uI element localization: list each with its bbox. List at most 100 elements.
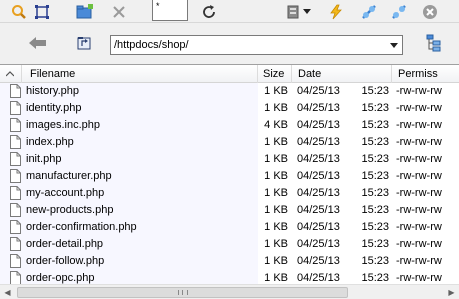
table-row[interactable]: manufacturer.php 1 KB 04/25/13 15:23 -rw-rw-…	[0, 168, 459, 185]
table-row[interactable]: init.php 1 KB 04/25/13 15:23 -rw-rw-rw	[0, 151, 459, 168]
table-row[interactable]: history.php 1 KB 04/25/13 15:23 -rw-rw-rw	[0, 83, 459, 100]
table-row[interactable]: order-detail.php 1 KB 04/25/13 15:23 -rw-rw-…	[0, 236, 459, 253]
scroll-left-icon[interactable]: ◀	[0, 285, 15, 299]
file-permissions: -rw-rw-rw	[396, 102, 442, 114]
scrollbar-thumb[interactable]	[17, 287, 348, 298]
search-icon[interactable]	[8, 1, 30, 23]
file-time: 15:23	[361, 119, 389, 131]
file-icon	[10, 237, 21, 251]
file-size: 1 KB	[264, 187, 288, 199]
file-name: order-detail.php	[26, 238, 104, 250]
horizontal-scrollbar[interactable]: ◀ ▶	[0, 284, 459, 299]
back-icon[interactable]	[27, 32, 49, 54]
file-time: 15:23	[361, 187, 389, 199]
file-date: 04/25/13	[297, 119, 340, 131]
lightning-icon[interactable]	[325, 1, 347, 23]
file-time: 15:23	[361, 153, 389, 165]
file-time: 15:23	[361, 238, 389, 250]
chevron-down-icon[interactable]	[385, 36, 402, 54]
table-row[interactable]: new-products.php 1 KB 04/25/13 15:23 -rw-rw-…	[0, 202, 459, 219]
table-row[interactable]: order-confirmation.php 1 KB 04/25/13 15:23-…	[0, 219, 459, 236]
file-date: 04/25/13	[297, 170, 340, 182]
file-size: 1 KB	[264, 170, 288, 182]
table-row[interactable]: images.inc.php 4 KB 04/25/13 15:23 -rw-rw-rw	[0, 117, 459, 134]
file-icon	[10, 186, 21, 200]
file-name: init.php	[26, 153, 62, 165]
table-row[interactable]: identity.php 1 KB 04/25/13 15:23 -rw-rw-rw	[0, 100, 459, 117]
path-combobox[interactable]: /httpdocs/shop/	[110, 35, 403, 55]
table-row[interactable]: order-follow.php 1 KB 04/25/13 15:23 -rw-rw-…	[0, 253, 459, 270]
scroll-right-icon[interactable]: ▶	[444, 285, 459, 299]
filter-input[interactable]: *	[152, 0, 188, 21]
column-header: Filename Size Date Permiss	[0, 65, 459, 83]
file-permissions: -rw-rw-rw	[396, 119, 442, 131]
column-size[interactable]: Size	[258, 65, 292, 83]
file-permissions: -rw-rw-rw	[396, 153, 442, 165]
file-icon	[10, 203, 21, 217]
file-date: 04/25/13	[297, 221, 340, 233]
file-size: 1 KB	[264, 136, 288, 148]
refresh-icon[interactable]	[198, 1, 220, 23]
table-row[interactable]: index.php 1 KB 04/25/13 15:23 -rw-rw-rw	[0, 134, 459, 151]
file-time: 15:23	[361, 221, 389, 233]
column-date[interactable]: Date	[292, 65, 392, 83]
file-name: manufacturer.php	[26, 170, 112, 182]
file-size: 1 KB	[264, 255, 288, 267]
grip-icon	[178, 290, 188, 295]
new-folder-icon[interactable]	[74, 1, 96, 23]
file-date: 04/25/13	[297, 238, 340, 250]
column-permissions[interactable]: Permiss	[392, 65, 459, 83]
file-name: images.inc.php	[26, 119, 100, 131]
delete-icon[interactable]	[108, 1, 130, 23]
path-value: /httpdocs/shop/	[114, 39, 189, 51]
file-icon	[10, 135, 21, 149]
file-name: index.php	[26, 136, 74, 148]
file-permissions: -rw-rw-rw	[396, 187, 442, 199]
file-icon	[10, 118, 21, 132]
select-icon[interactable]	[31, 1, 53, 23]
file-name: order-follow.php	[26, 255, 105, 267]
file-date: 04/25/13	[297, 136, 340, 148]
file-permissions: -rw-rw-rw	[396, 170, 442, 182]
connect-icon[interactable]	[358, 1, 380, 23]
file-time: 15:23	[361, 85, 389, 97]
file-name: new-products.php	[26, 204, 114, 216]
file-icon	[10, 220, 21, 234]
close-icon[interactable]	[419, 1, 441, 23]
location-bar: /httpdocs/shop/	[0, 26, 459, 64]
disconnect-icon[interactable]	[388, 1, 410, 23]
file-permissions: -rw-rw-rw	[396, 221, 442, 233]
file-date: 04/25/13	[297, 187, 340, 199]
main-toolbar: *	[0, 0, 459, 26]
file-time: 15:23	[361, 102, 389, 114]
sort-toggle[interactable]	[0, 65, 22, 83]
file-size: 1 KB	[264, 85, 288, 97]
table-row[interactable]: my-account.php 1 KB 04/25/13 15:23 -rw-rw-rw	[0, 185, 459, 202]
file-size: 1 KB	[264, 221, 288, 233]
file-name: my-account.php	[26, 187, 105, 199]
file-time: 15:23	[361, 204, 389, 216]
file-size: 1 KB	[264, 102, 288, 114]
file-icon	[10, 84, 21, 98]
file-time: 15:23	[361, 170, 389, 182]
file-icon	[10, 254, 21, 268]
file-date: 04/25/13	[297, 102, 340, 114]
file-permissions: -rw-rw-rw	[396, 136, 442, 148]
file-permissions: -rw-rw-rw	[396, 238, 442, 250]
file-name: order-confirmation.php	[26, 221, 137, 233]
tree-view-icon[interactable]	[422, 32, 444, 54]
toolbar-separator	[0, 22, 459, 23]
file-size: 1 KB	[264, 204, 288, 216]
file-date: 04/25/13	[297, 153, 340, 165]
server-dropdown-icon[interactable]	[302, 1, 312, 23]
file-list[interactable]: Filename Size Date Permiss history.php 1 …	[0, 64, 459, 299]
file-permissions: -rw-rw-rw	[396, 204, 442, 216]
file-icon	[10, 101, 21, 115]
file-icon	[10, 152, 21, 166]
column-filename[interactable]: Filename	[22, 65, 258, 83]
file-name: history.php	[26, 85, 79, 97]
file-date: 04/25/13	[297, 85, 340, 97]
file-date: 04/25/13	[297, 255, 340, 267]
file-name: identity.php	[26, 102, 82, 114]
parent-folder-icon[interactable]	[73, 32, 95, 54]
